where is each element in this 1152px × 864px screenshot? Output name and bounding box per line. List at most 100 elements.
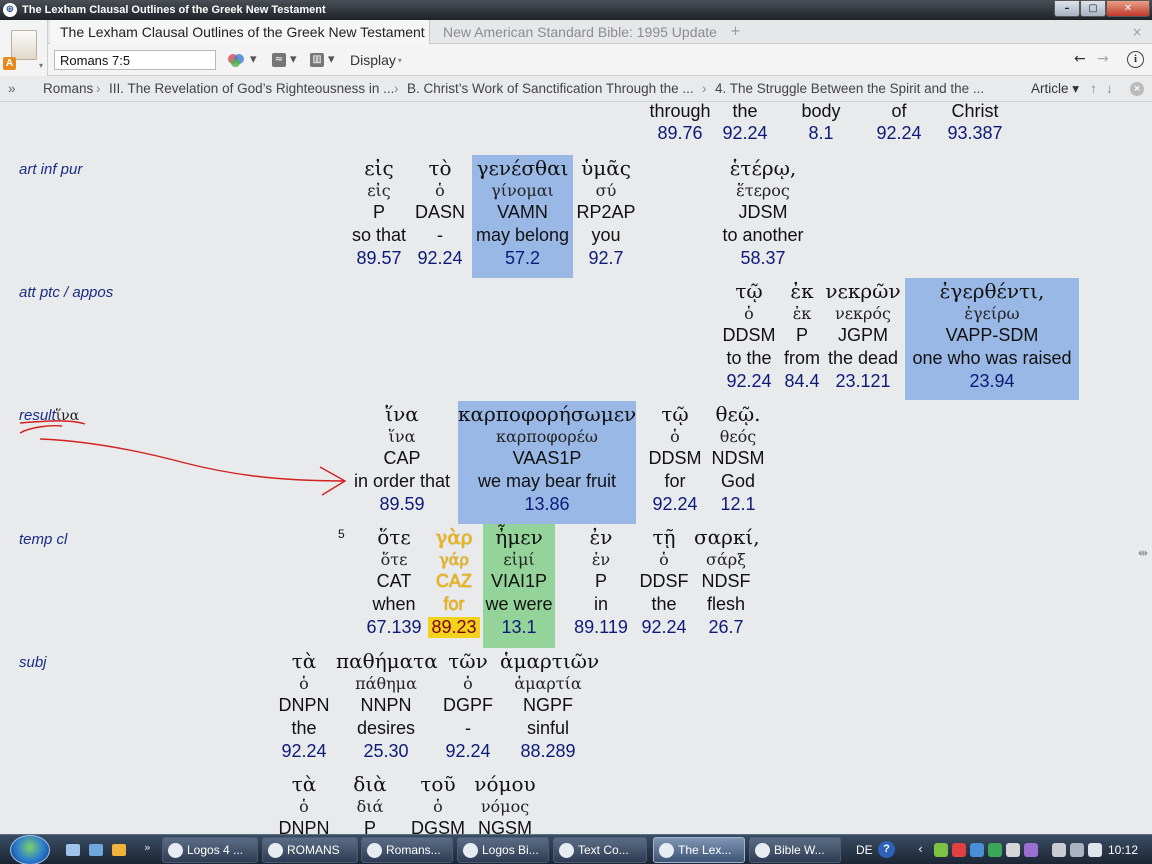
close-window-button[interactable]: ✕	[1106, 0, 1150, 17]
reference-input[interactable]	[54, 50, 216, 70]
language-indicator[interactable]: DE	[856, 843, 873, 857]
word-lemma: ὁ	[435, 181, 445, 200]
tray-app-icon[interactable]	[1006, 843, 1020, 857]
word-column[interactable]: ὑμᾶς σύ RP2AP you 92.7	[573, 157, 639, 273]
word-column[interactable]: σαρκί, σάρξ NDSF flesh 26.7	[694, 526, 760, 642]
word-gloss: may belong	[475, 225, 570, 245]
taskbar-button-romans-doc[interactable]: Romans...	[361, 837, 453, 863]
word-greek: νόμου	[474, 772, 536, 796]
show-desktop-icon[interactable]	[66, 844, 80, 856]
word-column[interactable]: ἐκ ἐκ Pfrom 84.4	[780, 280, 824, 396]
word-column[interactable]: ἦμεν εἰμί VIAI1P we were 13.1	[483, 526, 555, 642]
verse-number[interactable]: 5	[338, 527, 345, 541]
breadcrumb-overflow-icon[interactable]: »	[8, 76, 16, 102]
media-player-icon[interactable]	[112, 844, 126, 856]
start-button[interactable]	[10, 835, 50, 864]
breadcrumb-item-romans[interactable]: Romans	[43, 76, 93, 102]
word-column[interactable]: the 92.24	[718, 103, 772, 147]
forward-arrow-icon[interactable]: →	[1097, 51, 1109, 67]
word-column[interactable]: body 8.1	[793, 103, 849, 147]
word-column[interactable]: τοῦ ὁ DGSM	[406, 773, 470, 834]
chevron-down-icon[interactable]: ▾	[290, 51, 297, 69]
splitter-grip-icon[interactable]: ⇹	[1138, 545, 1152, 561]
tray-app-icon[interactable]	[970, 843, 984, 857]
breadcrumb-item-struggle[interactable]: 4. The Struggle Between the Spirit and t…	[715, 76, 984, 102]
word-column[interactable]: ἑτέρῳ, ἕτερος JDSM to another 58.37	[716, 157, 810, 273]
explorer-icon[interactable]	[89, 844, 103, 856]
arrow-down-icon[interactable]: ↓	[1106, 76, 1113, 102]
word-column[interactable]: τῷ ὁ DDSM for 92.24	[643, 403, 707, 519]
tab-lexham-clausal-outlines[interactable]: The Lexham Clausal Outlines of the Greek…	[50, 20, 430, 44]
help-icon[interactable]: ?	[878, 841, 895, 858]
tray-expand-icon[interactable]: ‹	[918, 842, 923, 856]
word-column[interactable]: through 89.76	[642, 103, 718, 147]
logos-icon	[659, 843, 674, 858]
word-column[interactable]: τῇ ὁ DDSF the 92.24	[635, 526, 693, 642]
article-menu-button[interactable]: Article ▾	[1031, 76, 1079, 102]
minimize-button[interactable]: –	[1054, 0, 1080, 17]
word-column[interactable]: τῶν ὁ DGPF - 92.24	[438, 650, 498, 766]
tray-app-icon[interactable]	[934, 843, 948, 857]
tab-nasb-1995[interactable]: New American Standard Bible: 1995 Update	[433, 20, 733, 44]
display-menu-button[interactable]: Display ▾	[350, 52, 402, 69]
taskbar-button-romans-folder[interactable]: ROMANS	[262, 837, 358, 863]
breadcrumb-item-revelation[interactable]: III. The Revelation of God’s Righteousne…	[109, 76, 394, 102]
word-column[interactable]: ἐν ἐν Pin 89.119	[568, 526, 634, 642]
quick-launch-more-icon[interactable]: »	[144, 841, 151, 855]
chevron-down-icon[interactable]: ▾	[39, 62, 43, 70]
word-morphology: P	[594, 571, 607, 591]
link-set-icon[interactable]: ≈	[272, 53, 286, 67]
add-tab-icon[interactable]: +	[730, 24, 741, 40]
word-lemma: ἐν	[591, 550, 611, 569]
taskbar-button-label: Logos Bi...	[482, 843, 539, 857]
library-button[interactable]: A ▾	[0, 20, 48, 76]
word-column[interactable]: τὰ ὁ DNPN	[274, 773, 334, 834]
volume-icon[interactable]	[1088, 843, 1102, 857]
taskbar-button-lexham[interactable]: The Lex...	[653, 837, 745, 863]
clausal-outline-document: art inf pur att ptc / appos resultἵνα te…	[0, 103, 1152, 834]
close-breadcrumb-icon[interactable]: ×	[1130, 82, 1144, 96]
clock[interactable]: 10:12	[1108, 843, 1138, 857]
word-column[interactable]: θεῷ. θεός NDSM God 12.1	[706, 403, 770, 519]
panel-layout-icon[interactable]: ▥	[310, 53, 324, 67]
word-column[interactable]: ὅτε ὅτε CAT when 67.139	[362, 526, 426, 642]
word-column[interactable]: ἁμαρτιῶν ἁμαρτία NGPF sinful 88.289	[500, 650, 599, 766]
word-column[interactable]: νόμου νόμος NGSM	[470, 773, 540, 834]
back-arrow-icon[interactable]: ←	[1074, 51, 1086, 67]
tray-app-icon[interactable]	[988, 843, 1002, 857]
network-icon[interactable]	[1052, 843, 1066, 857]
visual-filters-icon[interactable]	[228, 51, 246, 69]
word-lemma: γίνομαι	[491, 181, 554, 200]
arrow-up-icon[interactable]: ↑	[1090, 76, 1097, 102]
info-icon[interactable]: i	[1127, 51, 1144, 68]
word-column[interactable]: ἐγερθέντι, ἐγείρω VAPP-SDM one who was rais…	[905, 280, 1079, 396]
taskbar-button-logos-bible[interactable]: Logos Bi...	[457, 837, 549, 863]
power-icon[interactable]	[1070, 843, 1084, 857]
word-lemma: ὅτε	[380, 550, 408, 569]
tray-app-icon[interactable]	[1024, 843, 1038, 857]
word-morphology: NDSF	[701, 571, 751, 591]
word-greek: γενέσθαι	[476, 156, 569, 180]
taskbar-button-text-comparison[interactable]: Text Co...	[553, 837, 647, 863]
word-column[interactable]: διὰ διά P	[346, 773, 394, 834]
close-tab-icon[interactable]: ×	[1132, 24, 1142, 40]
word-column[interactable]: καρποφορήσωμεν καρποφορέω VAAS1P we may bea…	[458, 403, 636, 519]
taskbar-button-logos[interactable]: Logos 4 ...	[162, 837, 258, 863]
word-column[interactable]: ἵνα ἵνα CAP in order that 89.59	[347, 403, 457, 519]
word-column[interactable]: Christ 93.387	[942, 103, 1008, 147]
resource-type-badge: A	[3, 57, 16, 70]
word-column[interactable]: τὰ ὁ DNPN the 92.24	[274, 650, 334, 766]
breadcrumb-item-sanctification[interactable]: B. Christ’s Work of Sanctification Throu…	[407, 76, 694, 102]
taskbar-button-bible-word-study[interactable]: Bible W...	[749, 837, 841, 863]
chevron-down-icon[interactable]: ▾	[250, 51, 257, 69]
chevron-down-icon[interactable]: ▾	[328, 51, 335, 69]
tray-app-icon[interactable]	[952, 843, 966, 857]
word-column[interactable]: τὸ ὁ DASN - 92.24	[411, 157, 469, 273]
word-column[interactable]: παθήματα πάθημα NNPN desires 25.30	[336, 650, 438, 766]
word-column[interactable]: τῷ ὁ DDSM to the 92.24	[717, 280, 781, 396]
word-column[interactable]: γενέσθαι γίνομαι VAMN may belong 57.2	[472, 157, 573, 273]
word-column[interactable]: νεκρῶν νεκρός JGPM the dead 23.121	[824, 280, 902, 396]
word-column[interactable]: of 92.24	[872, 103, 926, 147]
word-column-highlighted[interactable]: γὰρ γάρ CAZ for 89.23	[428, 526, 480, 642]
maximize-button[interactable]: ▢	[1080, 0, 1106, 17]
